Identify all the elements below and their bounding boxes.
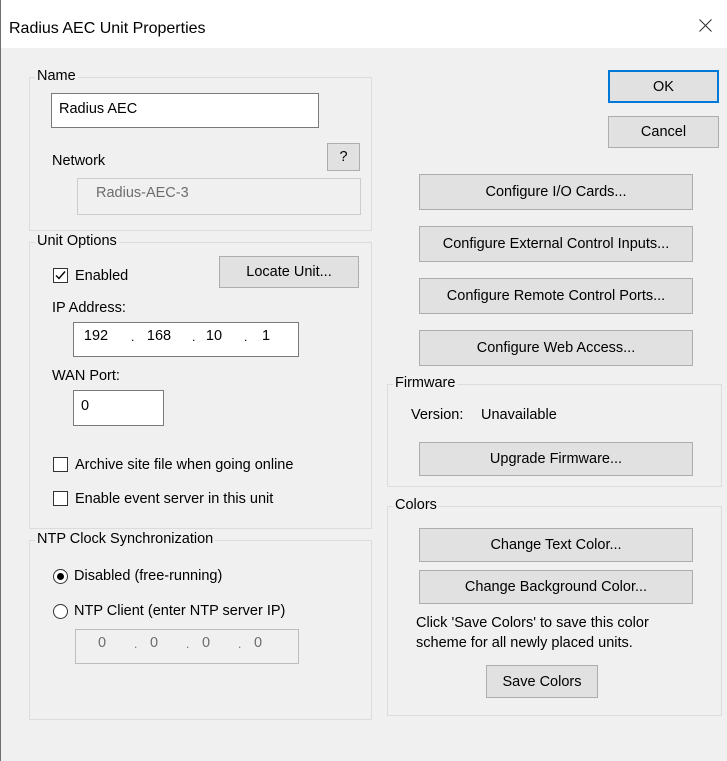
network-label: Network — [52, 153, 106, 169]
event-server-label: Enable event server in this unit — [75, 491, 274, 507]
ntp-ip-octet-2: 0 — [149, 635, 159, 651]
ip-octet-4[interactable]: 1 — [248, 328, 284, 344]
unit-name-input[interactable]: Radius AEC — [51, 93, 319, 128]
cancel-button[interactable]: Cancel — [608, 116, 719, 148]
wan-port-input[interactable]: 0 — [73, 390, 164, 426]
ok-button[interactable]: OK — [608, 70, 719, 103]
save-colors-button[interactable]: Save Colors — [486, 665, 598, 698]
checkmark-icon — [55, 271, 66, 280]
ntp-disabled-radio[interactable] — [53, 569, 68, 584]
firmware-version-value: Unavailable — [481, 407, 557, 423]
upgrade-firmware-button[interactable]: Upgrade Firmware... — [419, 442, 693, 476]
archive-site-checkbox[interactable] — [53, 457, 68, 472]
change-background-color-button[interactable]: Change Background Color... — [419, 570, 693, 604]
radio-selected-dot — [57, 573, 64, 580]
network-field: Radius-AEC-3 — [77, 178, 361, 215]
close-icon — [699, 19, 712, 32]
ntp-client-radio[interactable] — [53, 604, 68, 619]
ip-separator: . — [131, 330, 135, 344]
ntp-disabled-label: Disabled (free-running) — [74, 568, 223, 584]
ntp-ip-octet-4: 0 — [253, 635, 263, 651]
ip-octet-2[interactable]: 168 — [141, 328, 177, 344]
save-colors-note-line2: scheme for all newly placed units. — [416, 635, 633, 651]
configure-io-cards-button[interactable]: Configure I/O Cards... — [419, 174, 693, 210]
ntp-ip-octet-3: 0 — [201, 635, 211, 651]
title-bar: Radius AEC Unit Properties — [1, 0, 727, 48]
configure-external-inputs-button[interactable]: Configure External Control Inputs... — [419, 226, 693, 262]
enabled-label: Enabled — [75, 268, 129, 284]
close-button[interactable] — [687, 10, 727, 40]
ip-octet-1[interactable]: 192 — [78, 328, 114, 344]
network-help-button[interactable]: ? — [327, 143, 360, 171]
save-colors-note-line1: Click 'Save Colors' to save this color — [416, 615, 649, 631]
ntp-ip-octet-1: 0 — [97, 635, 107, 651]
colors-legend: Colors — [393, 497, 439, 513]
ntp-client-label: NTP Client (enter NTP server IP) — [74, 603, 286, 619]
configure-remote-ports-button[interactable]: Configure Remote Control Ports... — [419, 278, 693, 314]
firmware-version-label: Version: — [411, 407, 464, 423]
firmware-legend: Firmware — [393, 375, 458, 391]
name-group-legend: Name — [35, 68, 78, 84]
change-text-color-button[interactable]: Change Text Color... — [419, 528, 693, 562]
ip-separator: . — [192, 330, 196, 344]
unit-properties-dialog: Radius AEC Unit Properties Name Radius A… — [0, 0, 727, 761]
window-title: Radius AEC Unit Properties — [9, 20, 206, 37]
ntp-server-ip-input: 0 . 0 . 0 . 0 — [75, 629, 299, 664]
window-border — [0, 0, 1, 761]
ip-octet-3[interactable]: 10 — [196, 328, 232, 344]
ip-address-input[interactable]: 192 . 168 . 10 . 1 — [73, 322, 299, 357]
archive-site-label: Archive site file when going online — [75, 457, 294, 473]
event-server-checkbox[interactable] — [53, 491, 68, 506]
ntp-legend: NTP Clock Synchronization — [35, 531, 216, 547]
locate-unit-button[interactable]: Locate Unit... — [219, 256, 359, 288]
wan-port-label: WAN Port: — [52, 368, 120, 384]
ip-address-label: IP Address: — [52, 300, 126, 316]
unit-options-legend: Unit Options — [35, 233, 119, 249]
configure-web-access-button[interactable]: Configure Web Access... — [419, 330, 693, 366]
ip-separator: . — [244, 330, 248, 344]
enabled-checkbox[interactable] — [53, 268, 68, 283]
